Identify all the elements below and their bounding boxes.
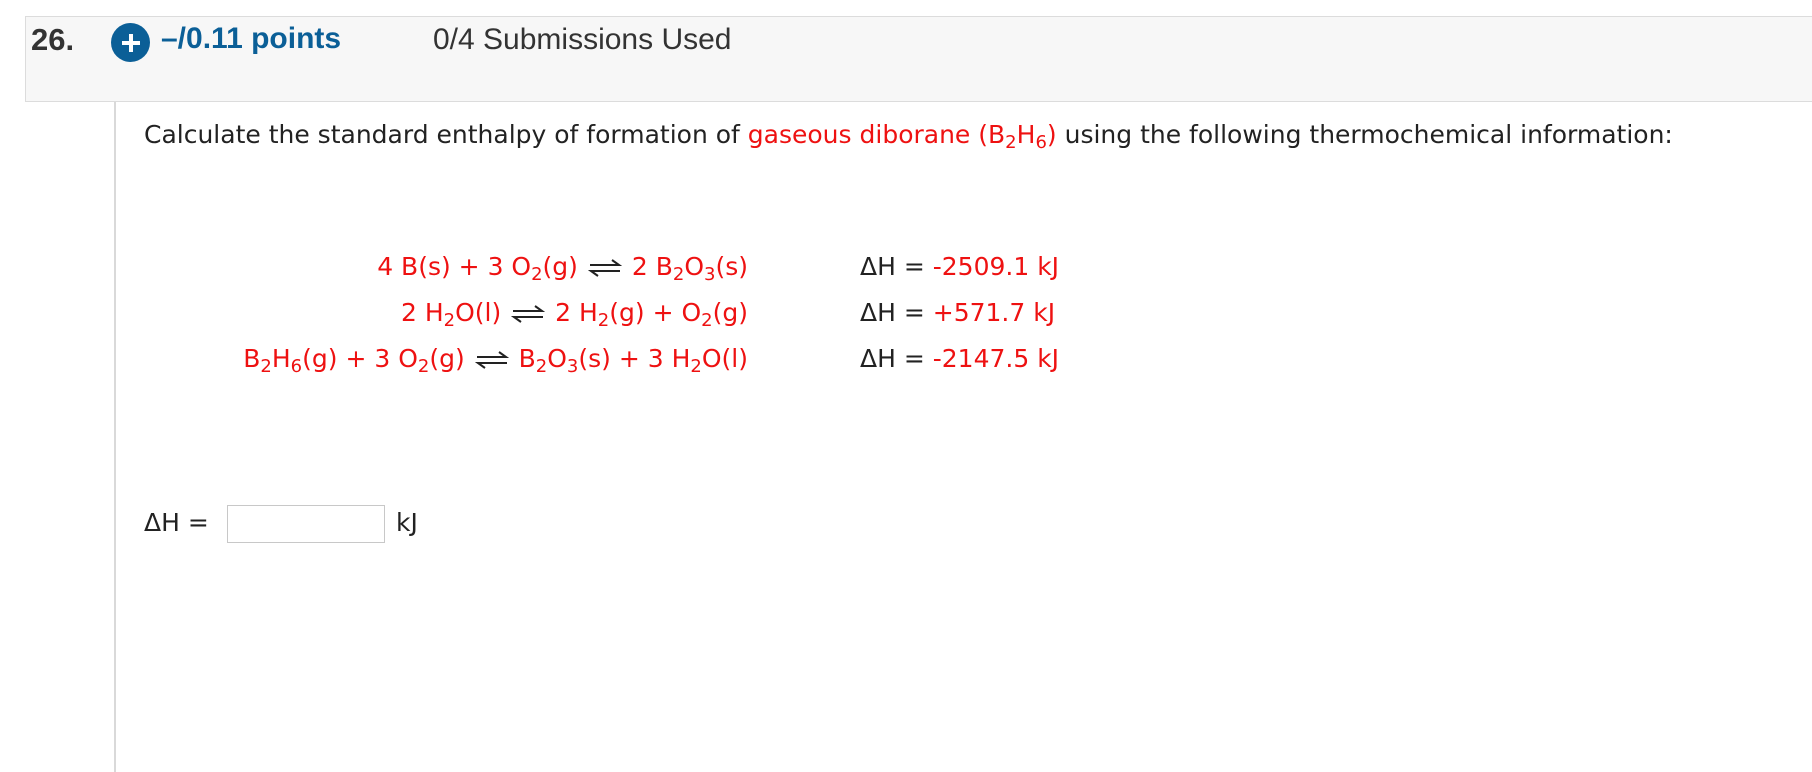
enthalpy-1: ΔH = -2509.1 kJ — [860, 252, 1060, 281]
expand-points-button[interactable] — [111, 23, 150, 62]
enthalpy-values: ΔH = -2509.1 kJ ΔH = +571.7 kJ ΔH = -214… — [860, 248, 1059, 386]
equilibrium-arrow-icon — [474, 351, 509, 369]
reaction-3: B2H6(g) + 3 O2(g) B2O3(s) + 3 H2O(l) — [243, 344, 748, 378]
enthalpy-answer-input[interactable] — [227, 505, 385, 543]
enthalpy-2: ΔH = +571.7 kJ — [860, 298, 1056, 327]
answer-unit: kJ — [396, 508, 418, 537]
equilibrium-arrow-icon — [587, 259, 622, 277]
reaction-2: 2 H2O(l) 2 H2(g) + O2(g) — [400, 298, 748, 332]
enthalpy-3: ΔH = -2147.5 kJ — [860, 344, 1060, 373]
plus-icon — [121, 33, 140, 52]
prompt-highlight: gaseous diborane (B2H6) — [747, 120, 1057, 154]
question-body-divider — [114, 102, 116, 772]
submissions-used: 0/4 Submissions Used — [433, 23, 732, 56]
points-value: –/0.11 points — [161, 22, 342, 55]
reaction-equations: 4 B(s) + 3 O2(g) 2 B2O3(s) 2 H2O(l) 2 H2… — [100, 248, 748, 386]
answer-label: ΔH = — [144, 508, 209, 537]
reaction-1: 4 B(s) + 3 O2(g) 2 B2O3(s) — [377, 252, 748, 286]
question-prompt: Calculate the standard enthalpy of forma… — [144, 120, 1673, 154]
equilibrium-arrow-icon — [511, 305, 546, 323]
question-number: 26. — [31, 22, 75, 57]
